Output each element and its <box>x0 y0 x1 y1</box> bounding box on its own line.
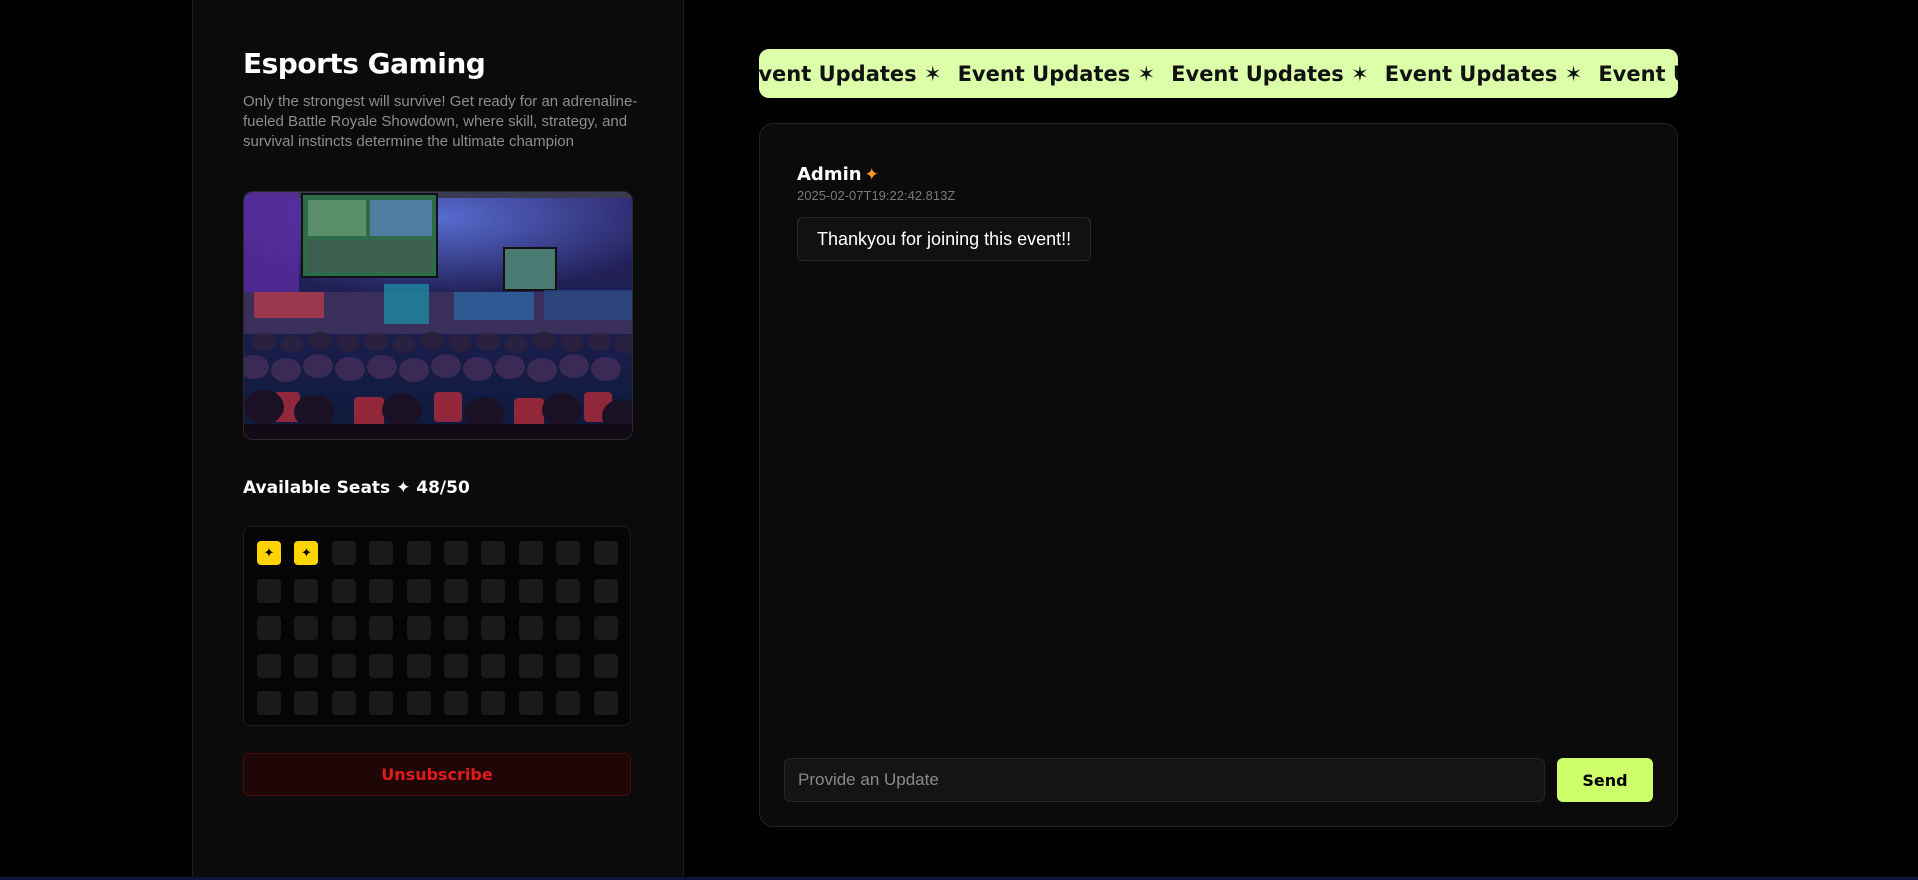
marquee-item: Event Updates ✶ <box>759 62 942 86</box>
seat-available[interactable] <box>406 578 431 603</box>
seat-available[interactable] <box>294 578 319 603</box>
seat-available[interactable] <box>294 616 319 640</box>
seat-available[interactable] <box>556 653 581 678</box>
message-timestamp: 2025-02-07T19:22:42.813Z <box>797 188 956 203</box>
marquee-item: Event Updates ✶ <box>1385 62 1583 86</box>
seat-available[interactable] <box>257 691 281 715</box>
event-description: Only the strongest will survive! Get rea… <box>243 93 638 150</box>
message-bubble: Thankyou for joining this event!! <box>797 217 1092 261</box>
marquee-label: Event Updates <box>1384 61 1558 86</box>
seat-available[interactable] <box>406 541 431 565</box>
seat-available[interactable] <box>443 578 468 603</box>
seat-available[interactable] <box>331 616 356 640</box>
seat-available[interactable] <box>369 653 394 678</box>
marquee-label: Event Updates <box>1598 61 1678 86</box>
seat-available[interactable] <box>518 653 543 678</box>
seat-available[interactable] <box>443 653 468 678</box>
seat-available[interactable] <box>331 653 356 678</box>
seat-available[interactable] <box>593 691 618 715</box>
seat-available[interactable] <box>556 691 581 715</box>
seat-available[interactable] <box>481 541 506 565</box>
asterisk-star-icon: ✶ <box>1137 61 1156 86</box>
asterisk-star-icon: ✶ <box>1351 61 1369 86</box>
update-input[interactable] <box>784 758 1545 802</box>
seat-available[interactable] <box>556 541 581 565</box>
event-image <box>243 191 633 440</box>
seat-available[interactable] <box>481 691 506 715</box>
seat-available[interactable] <box>443 541 468 565</box>
seat-available[interactable] <box>593 541 618 565</box>
marquee-label: Event Updates <box>957 61 1131 86</box>
seat-available[interactable] <box>556 578 581 603</box>
seat-available[interactable] <box>518 578 543 603</box>
seat-available[interactable] <box>257 578 281 603</box>
seat-available[interactable] <box>331 541 356 565</box>
seat-available[interactable] <box>518 691 543 715</box>
seat-taken[interactable]: ✦ <box>257 541 281 565</box>
marquee-item: Event Updates ✶ <box>1598 62 1678 86</box>
sparkle-icon: ✦ <box>263 545 275 560</box>
seat-available[interactable] <box>369 578 394 603</box>
available-seats-heading: Available Seats ✦ 48/50 <box>243 478 470 498</box>
sparkle-icon: ✦ <box>300 545 312 560</box>
seat-available[interactable] <box>406 691 431 715</box>
seat-available[interactable] <box>518 541 543 565</box>
seat-available[interactable] <box>294 653 319 678</box>
event-image-illustration <box>244 192 632 439</box>
seat-available[interactable] <box>369 616 394 640</box>
sparkle-icon: ✦ <box>864 165 879 185</box>
seat-available[interactable] <box>369 541 394 565</box>
event-details-panel: Esports Gaming Only the strongest will s… <box>192 0 684 880</box>
seat-available[interactable] <box>481 578 506 603</box>
seat-available[interactable] <box>443 691 468 715</box>
seat-available[interactable] <box>257 653 281 678</box>
marquee-label: Event Updates <box>759 61 917 86</box>
seat-available[interactable] <box>593 616 618 640</box>
marquee-track: Event Updates ✶ Event Updates ✶ Event Upda… <box>759 49 1678 98</box>
seat-available[interactable] <box>518 616 543 640</box>
seat-available[interactable] <box>369 691 394 715</box>
message-author-name: Admin <box>797 164 862 185</box>
event-title: Esports Gaming <box>243 47 486 80</box>
send-button[interactable]: Send <box>1557 758 1653 802</box>
marquee-item: Event Updates ✶ <box>958 62 1156 86</box>
seat-available[interactable] <box>556 616 581 640</box>
seat-available[interactable] <box>331 691 356 715</box>
seat-available[interactable] <box>593 578 618 603</box>
seat-available[interactable] <box>406 653 431 678</box>
seat-available[interactable] <box>257 616 281 640</box>
message-author: Admin ✦ <box>797 164 879 185</box>
seat-available[interactable] <box>481 653 506 678</box>
seat-available[interactable] <box>593 653 618 678</box>
unsubscribe-button[interactable]: Unsubscribe <box>243 753 631 796</box>
seat-available[interactable] <box>294 691 319 715</box>
seat-available[interactable] <box>331 578 356 603</box>
seat-available[interactable] <box>406 616 431 640</box>
seat-taken[interactable]: ✦ <box>294 541 319 565</box>
seat-grid: ✦ ✦ <box>243 526 631 726</box>
marquee-label: Event Updates <box>1171 61 1344 86</box>
event-updates-marquee: Event Updates ✶ Event Updates ✶ Event Upda… <box>759 49 1678 98</box>
asterisk-star-icon: ✶ <box>923 61 942 86</box>
asterisk-star-icon: ✶ <box>1564 61 1583 86</box>
seat-available[interactable] <box>443 616 468 640</box>
seat-available[interactable] <box>481 616 506 640</box>
updates-panel: Admin ✦ 2025-02-07T19:22:42.813Z Thankyou f… <box>759 123 1678 827</box>
marquee-item: Event Updates ✶ <box>1171 62 1369 86</box>
